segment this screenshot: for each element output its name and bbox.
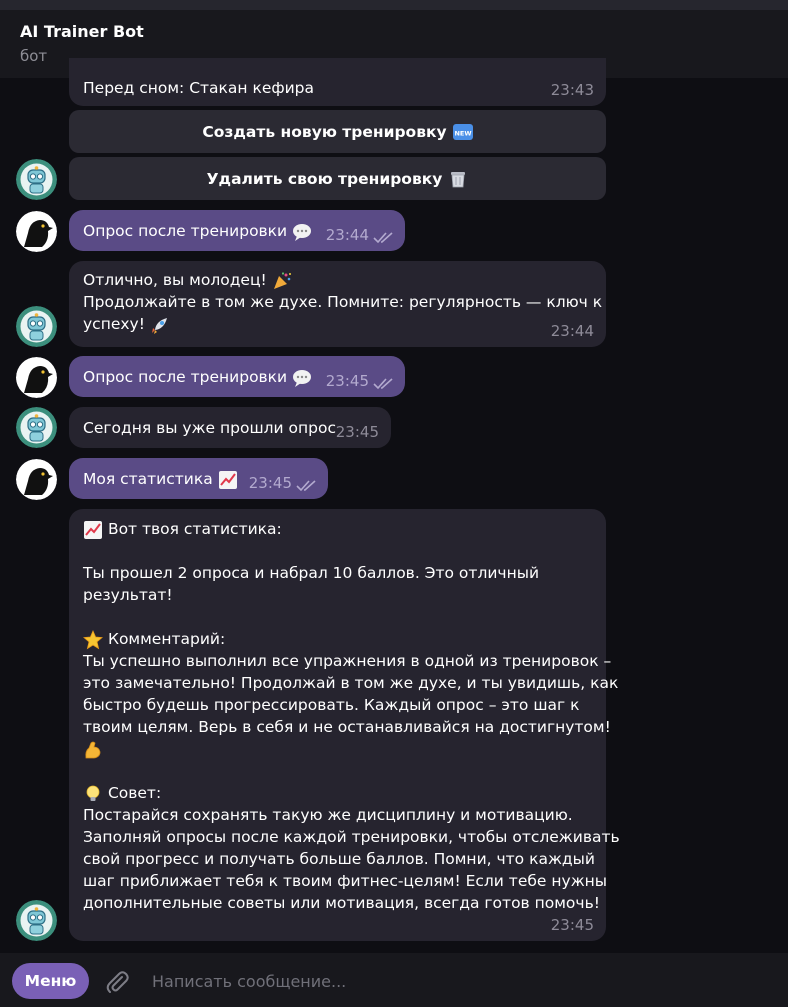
crow-avatar-icon — [16, 357, 57, 398]
bot-message: Отлично, вы молодец! Продолжайте в том ж… — [69, 261, 606, 347]
chart-increasing-icon — [218, 470, 237, 489]
stats-summary: результат! — [83, 586, 173, 604]
message-time: 23:44 — [550, 322, 594, 340]
crow-avatar-icon — [16, 459, 57, 500]
robot-icon — [16, 159, 57, 200]
delete-workout-label: Удалить свою тренировку — [206, 169, 443, 188]
advice-text: дополнительные советы или мотивация, все… — [83, 894, 600, 912]
user-message: Опрос после тренировки 23:45 — [69, 356, 405, 397]
bot-message-statistics: Вот твоя статистика: Ты прошел 2 опроса … — [69, 509, 620, 941]
message-time: 23:45 — [325, 372, 369, 390]
advice-text: Постарайся сохранять такую же дисциплину… — [83, 806, 573, 824]
stats-summary: Ты прошел 2 опроса и набрал 10 баллов. Э… — [83, 564, 540, 582]
comment-text: это замечательно! Продолжай в том же дух… — [83, 674, 619, 692]
robot-icon — [16, 306, 57, 347]
rocket-icon — [151, 317, 167, 334]
comment-text: Ты успешно выполнил все упражнения в одн… — [83, 652, 612, 670]
chart-increasing-icon — [84, 520, 102, 539]
message-text: Моя статистика — [83, 470, 213, 488]
user-message: Моя статистика 23:45 — [69, 458, 328, 499]
message-time: 23:44 — [325, 226, 369, 244]
advice-text: свой прогресс и получать больше баллов. … — [83, 850, 595, 868]
speech-balloon-icon — [293, 223, 312, 241]
message-text: Перед сном: Стакан кефира — [83, 79, 315, 97]
advice-text: шаг приближает тебя к твоим фитнес-целям… — [83, 872, 608, 890]
bot-message: Перед сном: Стакан кефира 23:43 — [69, 58, 606, 106]
bot-avatar[interactable] — [16, 900, 57, 941]
read-checkmarks-icon — [296, 480, 316, 492]
trash-icon — [451, 171, 466, 187]
advice-text: Заполняй опросы после каждой тренировки,… — [83, 828, 620, 846]
stats-heading: Вот твоя статистика: — [107, 520, 282, 538]
create-workout-button[interactable]: Создать новую тренировку NEW — [69, 110, 606, 153]
delete-workout-button[interactable]: Удалить свою тренировку — [69, 157, 606, 200]
message-text-line: Продолжайте в том же духе. Помните: регу… — [83, 293, 603, 311]
comment-title: Комментарий: — [107, 630, 226, 648]
attach-icon[interactable] — [103, 968, 131, 996]
svg-text:NEW: NEW — [454, 129, 471, 137]
bot-avatar[interactable] — [16, 407, 57, 448]
comment-text: твоим целям. Верь в себя и не останавлив… — [83, 718, 611, 736]
window-top-strip — [0, 0, 788, 10]
light-bulb-icon — [86, 785, 100, 801]
message-time: 23:45 — [550, 916, 594, 934]
read-checkmarks-icon — [373, 378, 393, 390]
user-message: Опрос после тренировки 23:44 — [69, 210, 405, 251]
bot-avatar[interactable] — [16, 159, 57, 200]
robot-icon — [16, 900, 57, 941]
message-time: 23:45 — [335, 423, 379, 441]
glowing-star-icon — [83, 629, 103, 649]
create-workout-label: Создать новую тренировку — [202, 122, 447, 141]
comment-text: быстро будешь прогрессировать. Каждый оп… — [83, 696, 580, 714]
message-text: Опрос после тренировки — [83, 222, 288, 240]
bot-avatar[interactable] — [16, 306, 57, 347]
message-time: 23:43 — [550, 81, 594, 99]
read-checkmarks-icon — [373, 232, 393, 244]
user-avatar[interactable] — [16, 459, 57, 500]
user-avatar[interactable] — [16, 211, 57, 252]
flexed-biceps-icon — [85, 741, 101, 758]
menu-button[interactable]: Меню — [12, 963, 89, 999]
speech-balloon-icon — [293, 369, 312, 387]
message-composer: Меню — [0, 953, 788, 1007]
party-popper-icon — [273, 271, 291, 289]
user-avatar[interactable] — [16, 357, 57, 398]
message-text-line: Отлично, вы молодец! — [83, 271, 267, 289]
message-input[interactable] — [142, 965, 742, 997]
message-time: 23:45 — [248, 474, 292, 492]
message-text-line: успеху! — [83, 315, 145, 333]
robot-icon — [16, 407, 57, 448]
bot-message: Сегодня вы уже прошли опрос 23:45 — [69, 407, 391, 448]
chat-title: AI Trainer Bot — [20, 22, 144, 41]
advice-title: Совет: — [107, 784, 162, 802]
message-text: Сегодня вы уже прошли опрос — [83, 419, 336, 437]
crow-avatar-icon — [16, 211, 57, 252]
message-text: Опрос после тренировки — [83, 368, 288, 386]
new-badge-icon: NEW — [452, 123, 473, 140]
